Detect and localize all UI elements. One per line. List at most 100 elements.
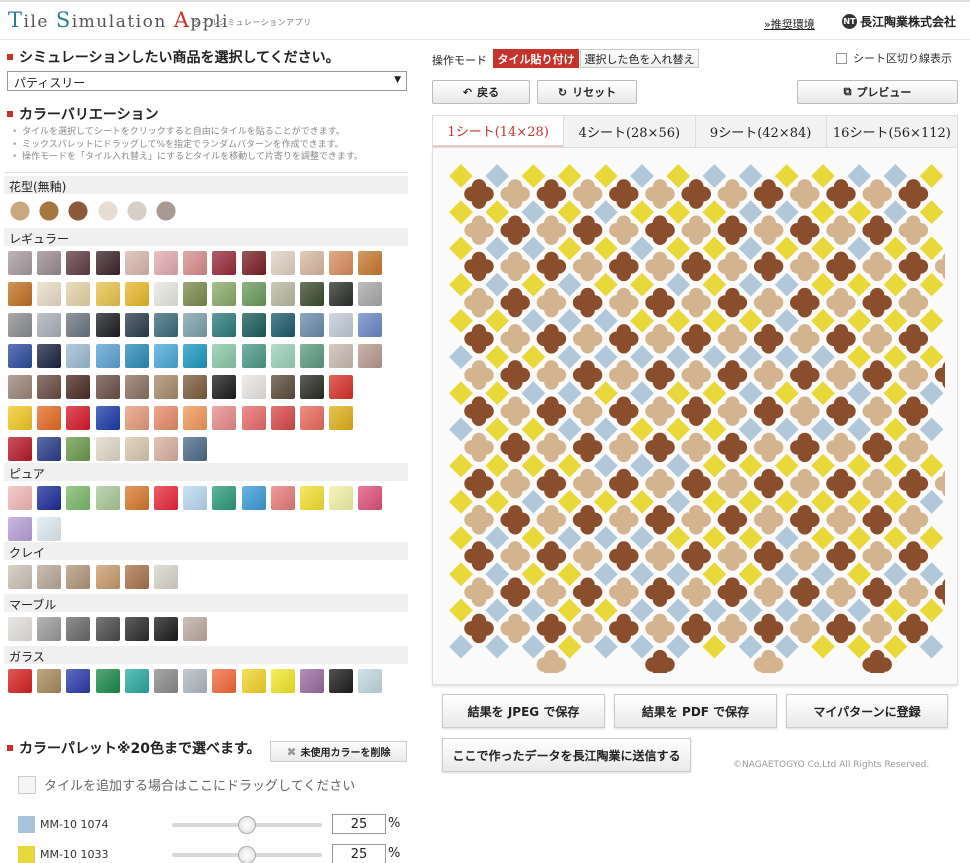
tile-swatch[interactable] <box>212 406 237 430</box>
tile-swatch[interactable] <box>153 437 178 461</box>
tile-swatch[interactable] <box>95 375 120 399</box>
tile-swatch[interactable] <box>241 251 266 275</box>
tab-16-sheet[interactable]: 16シート(56×112) <box>825 116 957 147</box>
tile-swatch[interactable] <box>66 617 91 641</box>
tile-swatch[interactable] <box>153 617 178 641</box>
tile-swatch[interactable] <box>153 313 178 337</box>
tile-swatch[interactable] <box>329 669 354 693</box>
tile-swatch[interactable] <box>37 313 62 337</box>
tile-swatch[interactable] <box>358 313 383 337</box>
tile-swatch[interactable] <box>8 486 32 510</box>
tile-swatch[interactable] <box>329 282 354 306</box>
tile-swatch[interactable] <box>241 406 266 430</box>
tab-1-sheet[interactable]: 1シート(14×28) <box>433 116 564 147</box>
tab-9-sheet[interactable]: 9シート(42×84) <box>694 116 826 147</box>
tile-swatch[interactable] <box>66 437 91 461</box>
product-select[interactable]: パティスリー ▼ <box>7 71 407 91</box>
tile-swatch[interactable] <box>329 344 354 368</box>
tile-swatch[interactable] <box>270 251 295 275</box>
tile-swatch[interactable] <box>329 406 354 430</box>
tile-swatch[interactable] <box>299 344 324 368</box>
tile-swatch[interactable] <box>66 565 91 589</box>
tile-swatch[interactable] <box>299 313 324 337</box>
tile-swatch[interactable] <box>358 282 383 306</box>
tile-swatch[interactable] <box>8 617 32 641</box>
ratio-input[interactable]: 25 <box>332 814 386 834</box>
tile-swatch[interactable] <box>8 282 32 306</box>
ratio-slider[interactable] <box>172 846 322 863</box>
sheet-line-checkbox[interactable] <box>836 52 847 64</box>
tile-swatch[interactable] <box>358 344 383 368</box>
tile-swatch[interactable] <box>358 251 383 275</box>
tile-swatch[interactable] <box>95 565 120 589</box>
tile-swatch[interactable] <box>183 313 208 337</box>
tile-simulation-canvas[interactable] <box>445 159 945 673</box>
tile-swatch[interactable] <box>66 375 91 399</box>
tile-swatch[interactable] <box>124 282 149 306</box>
tile-swatch[interactable] <box>183 375 208 399</box>
slider-knob[interactable] <box>238 846 256 863</box>
tile-swatch[interactable] <box>8 344 32 368</box>
ratio-slider[interactable] <box>172 816 322 834</box>
tile-swatch[interactable] <box>212 282 237 306</box>
tile-swatch[interactable] <box>329 486 354 510</box>
tile-swatch[interactable] <box>358 486 383 510</box>
tile-swatch[interactable] <box>95 313 120 337</box>
tile-swatch[interactable] <box>212 669 237 693</box>
tile-swatch[interactable] <box>212 486 237 510</box>
tile-swatch[interactable] <box>37 669 62 693</box>
tile-swatch[interactable] <box>153 282 178 306</box>
tile-swatch[interactable] <box>299 669 324 693</box>
tile-swatch[interactable] <box>299 282 324 306</box>
tile-swatch[interactable] <box>241 282 266 306</box>
tile-swatch[interactable] <box>66 406 91 430</box>
tile-swatch[interactable] <box>66 344 91 368</box>
tile-swatch[interactable] <box>124 251 149 275</box>
delete-unused-colors-button[interactable]: ✖ 未使用カラーを削除 <box>270 741 407 762</box>
tile-swatch[interactable] <box>37 486 62 510</box>
tile-swatch[interactable] <box>37 437 62 461</box>
tile-swatch[interactable] <box>270 375 295 399</box>
tile-swatch[interactable] <box>95 282 120 306</box>
tile-swatch[interactable] <box>153 565 178 589</box>
palette-color-chip[interactable] <box>18 846 35 863</box>
tile-swatch[interactable] <box>66 199 91 223</box>
tile-swatch[interactable] <box>95 617 120 641</box>
tile-swatch[interactable] <box>66 486 91 510</box>
tile-swatch[interactable] <box>270 344 295 368</box>
sheet-line-toggle[interactable]: シート区切り線表示 <box>836 50 952 66</box>
tile-swatch[interactable] <box>95 486 120 510</box>
tile-swatch[interactable] <box>8 199 32 223</box>
tile-swatch[interactable] <box>299 375 324 399</box>
tile-swatch[interactable] <box>241 669 266 693</box>
tile-swatch[interactable] <box>37 344 62 368</box>
tile-swatch[interactable] <box>66 313 91 337</box>
tile-swatch[interactable] <box>66 669 91 693</box>
tile-swatch[interactable] <box>329 251 354 275</box>
tile-swatch[interactable] <box>37 282 62 306</box>
tile-swatch[interactable] <box>270 406 295 430</box>
tile-swatch[interactable] <box>66 282 91 306</box>
save-jpeg-button[interactable]: 結果を JPEG で保存 <box>442 694 605 728</box>
tile-swatch[interactable] <box>153 669 178 693</box>
send-data-button[interactable]: ここで作ったデータを長江陶業に送信する <box>442 738 691 772</box>
tile-swatch[interactable] <box>124 437 149 461</box>
tile-swatch[interactable] <box>95 344 120 368</box>
tile-swatch[interactable] <box>183 486 208 510</box>
tile-swatch[interactable] <box>212 344 237 368</box>
tile-swatch[interactable] <box>124 313 149 337</box>
tile-swatch[interactable] <box>124 669 149 693</box>
tile-swatch[interactable] <box>124 617 149 641</box>
tile-swatch[interactable] <box>299 251 324 275</box>
tile-swatch[interactable] <box>241 486 266 510</box>
tile-swatch[interactable] <box>212 313 237 337</box>
tile-swatch[interactable] <box>183 344 208 368</box>
tile-swatch[interactable] <box>212 375 237 399</box>
tile-swatch[interactable] <box>37 617 62 641</box>
reset-button[interactable]: ↻ リセット <box>537 80 637 104</box>
tile-swatch[interactable] <box>8 406 32 430</box>
tile-swatch[interactable] <box>37 375 62 399</box>
tile-swatch[interactable] <box>124 344 149 368</box>
tile-swatch[interactable] <box>37 251 62 275</box>
tile-swatch[interactable] <box>270 282 295 306</box>
